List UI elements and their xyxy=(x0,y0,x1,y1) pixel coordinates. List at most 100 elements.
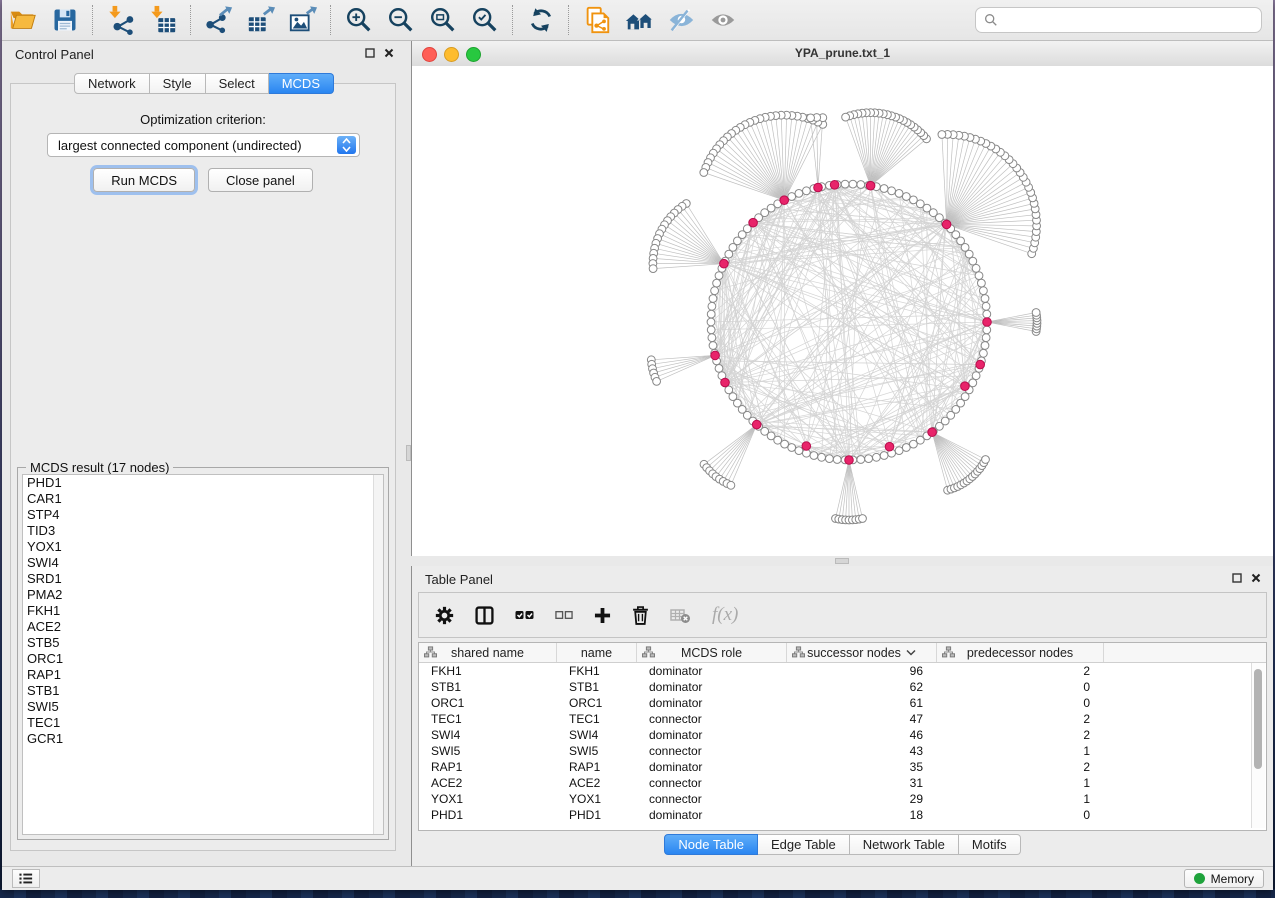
table-panel-header: Table Panel xyxy=(412,566,1273,592)
list-item[interactable]: SWI5 xyxy=(23,699,383,715)
control-panel-title: Control Panel xyxy=(15,47,94,62)
show-columns-button[interactable] xyxy=(475,606,494,625)
export-image-button[interactable] xyxy=(283,3,323,37)
tab-network[interactable]: Network xyxy=(74,73,150,94)
table-row[interactable]: ORC1ORC1dominator610 xyxy=(419,695,1266,711)
list-item[interactable]: PMA2 xyxy=(23,587,383,603)
float-panel-icon[interactable] xyxy=(1232,573,1242,583)
horizontal-splitter[interactable] xyxy=(411,556,1273,566)
mcds-result-list[interactable]: PHD1CAR1STP4TID3YOX1SWI4SRD1PMA2FKH1ACE2… xyxy=(22,474,384,835)
list-item[interactable]: PHD1 xyxy=(23,475,383,491)
refresh-button[interactable] xyxy=(521,3,561,37)
tab-mcds[interactable]: MCDS xyxy=(269,73,334,94)
table-row[interactable]: YOX1YOX1connector291 xyxy=(419,791,1266,807)
cell: 1 xyxy=(937,791,1104,807)
close-panel-icon[interactable] xyxy=(384,48,394,58)
column-header-shared-name[interactable]: shared name xyxy=(419,643,557,662)
column-type-icon xyxy=(792,646,805,658)
select-all-icon xyxy=(515,609,534,621)
tab-motifs[interactable]: Motifs xyxy=(959,834,1021,855)
first-neighbors-button[interactable] xyxy=(619,3,659,37)
table-row[interactable]: ACE2ACE2connector311 xyxy=(419,775,1266,791)
run-mcds-button[interactable]: Run MCDS xyxy=(93,168,195,192)
deselect-all-button[interactable] xyxy=(555,609,573,621)
select-all-button[interactable] xyxy=(515,609,534,621)
zoom-in-button[interactable] xyxy=(339,3,379,37)
table-row[interactable]: STB1STB1dominator620 xyxy=(419,679,1266,695)
list-item[interactable]: SWI4 xyxy=(23,555,383,571)
list-item[interactable]: STB1 xyxy=(23,683,383,699)
splitter-handle[interactable] xyxy=(835,558,849,564)
criterion-select[interactable]: largest connected component (undirected) xyxy=(47,133,360,157)
tab-select[interactable]: Select xyxy=(206,73,269,94)
cell-filler xyxy=(1104,807,1266,823)
table-row[interactable]: SWI5SWI5connector431 xyxy=(419,743,1266,759)
import-table-button[interactable] xyxy=(143,3,183,37)
gear-button[interactable] xyxy=(435,606,454,625)
float-panel-icon[interactable] xyxy=(365,48,375,58)
table-row[interactable]: TEC1TEC1connector472 xyxy=(419,711,1266,727)
scrollbar-thumb[interactable] xyxy=(1254,669,1262,769)
column-header-mcds-role[interactable]: MCDS role xyxy=(637,643,787,662)
table-row[interactable]: RAP1RAP1dominator352 xyxy=(419,759,1266,775)
list-item[interactable]: TEC1 xyxy=(23,715,383,731)
add-column-button[interactable] xyxy=(594,607,611,624)
list-item[interactable]: ACE2 xyxy=(23,619,383,635)
export-network-button[interactable] xyxy=(199,3,239,37)
zoom-selected-button[interactable] xyxy=(465,3,505,37)
search-box[interactable] xyxy=(975,7,1262,33)
table-row[interactable]: FKH1FKH1dominator962 xyxy=(419,663,1266,679)
network-canvas[interactable] xyxy=(412,66,1273,556)
hide-selected-button[interactable] xyxy=(661,3,701,37)
open-file-button[interactable] xyxy=(3,3,43,37)
function-builder-button[interactable]: f(x) xyxy=(712,604,738,626)
search-input[interactable] xyxy=(1004,9,1261,31)
list-item[interactable]: YOX1 xyxy=(23,539,383,555)
deselect-all-icon xyxy=(555,609,573,621)
close-panel-button[interactable]: Close panel xyxy=(208,168,313,192)
tab-node-table[interactable]: Node Table xyxy=(664,834,758,855)
tab-edge-table[interactable]: Edge Table xyxy=(758,834,850,855)
import-network-button[interactable] xyxy=(101,3,141,37)
tab-network-table[interactable]: Network Table xyxy=(850,834,959,855)
list-item[interactable]: SRD1 xyxy=(23,571,383,587)
column-header-predecessor-nodes[interactable]: predecessor nodes xyxy=(937,643,1104,662)
list-item[interactable]: FKH1 xyxy=(23,603,383,619)
list-item[interactable]: GCR1 xyxy=(23,731,383,747)
column-header-name[interactable]: name xyxy=(557,643,637,662)
delete-column-button[interactable] xyxy=(632,606,649,625)
table-scrollbar[interactable] xyxy=(1251,663,1265,828)
list-item[interactable]: TID3 xyxy=(23,523,383,539)
network-graph[interactable] xyxy=(412,66,1273,556)
show-all-button[interactable] xyxy=(703,3,743,37)
list-icon xyxy=(19,872,33,885)
table-row[interactable]: PHD1PHD1dominator180 xyxy=(419,807,1266,823)
cell: 0 xyxy=(937,807,1104,823)
list-item[interactable]: ORC1 xyxy=(23,651,383,667)
zoom-selected-icon xyxy=(470,5,500,35)
list-item[interactable]: CAR1 xyxy=(23,491,383,507)
zoom-fit-button[interactable] xyxy=(423,3,463,37)
cell: 46 xyxy=(787,727,937,743)
result-scrollbar[interactable] xyxy=(373,475,383,834)
list-item[interactable]: STB5 xyxy=(23,635,383,651)
export-table-button[interactable] xyxy=(241,3,281,37)
duplicate-network-button[interactable] xyxy=(577,3,617,37)
list-item[interactable]: STP4 xyxy=(23,507,383,523)
zoom-out-button[interactable] xyxy=(381,3,421,37)
task-history-button[interactable] xyxy=(12,869,40,888)
tab-style[interactable]: Style xyxy=(150,73,206,94)
cell: 1 xyxy=(937,775,1104,791)
cell: connector xyxy=(637,791,787,807)
delete-table-button[interactable] xyxy=(670,607,691,624)
hide-eye-icon xyxy=(666,5,696,35)
list-item[interactable]: RAP1 xyxy=(23,667,383,683)
memory-button[interactable]: Memory xyxy=(1184,869,1264,888)
cell: 0 xyxy=(937,679,1104,695)
control-panel: Control Panel NetworkStyleSelectMCDS Opt… xyxy=(2,41,406,866)
table-row[interactable]: SWI4SWI4dominator462 xyxy=(419,727,1266,743)
close-panel-icon[interactable] xyxy=(1251,573,1261,583)
column-header-successor-nodes[interactable]: successor nodes xyxy=(787,643,937,662)
save-button[interactable] xyxy=(45,3,85,37)
cell: YOX1 xyxy=(557,791,637,807)
